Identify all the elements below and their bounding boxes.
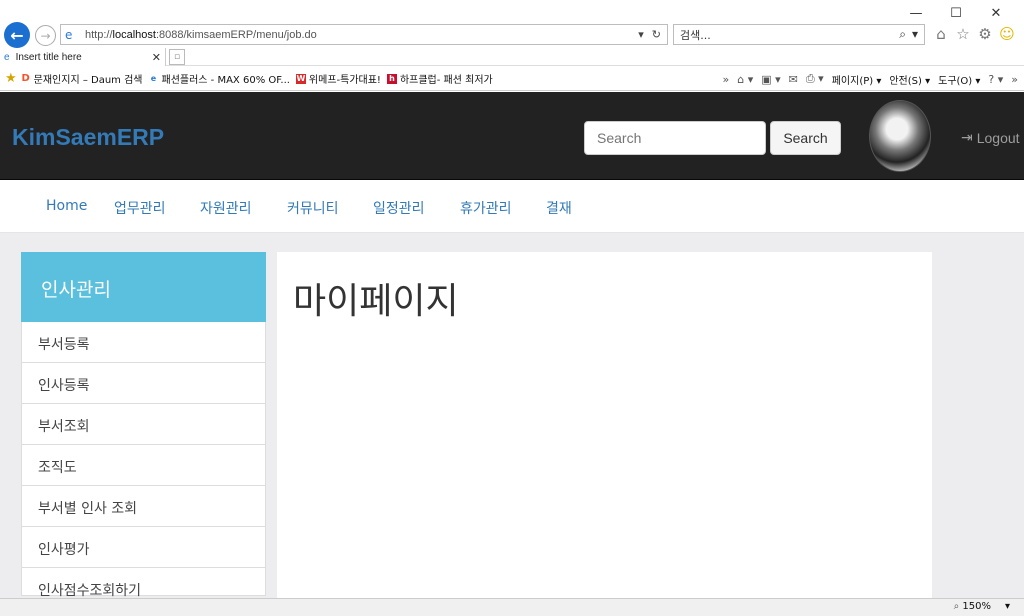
help-icon[interactable]: ? ▾ <box>988 73 1003 86</box>
daum-icon: D <box>21 72 30 84</box>
search-button[interactable]: Search <box>770 121 841 155</box>
home-icon[interactable]: ⌂ ▾ <box>737 73 753 86</box>
sidebar: 인사관리 부서등록 인사등록 부서조회 조직도 부서별 인사 조회 인사평가 인… <box>21 252 266 599</box>
sidebar-item-org-chart[interactable]: 조직도 <box>21 445 266 486</box>
menu-item-resources[interactable]: 자원관리 <box>200 198 252 218</box>
tools-menu[interactable]: 도구(O) ▾ <box>938 72 980 87</box>
favorite-link-wemakeprice[interactable]: W 위메프-특가대표! <box>295 71 381 86</box>
site-header: KimSaemERP Search ⇥ Logout <box>0 92 1024 180</box>
tab-row: e Insert title here ✕ ▫ <box>0 48 1024 66</box>
navigation-row: ← → e http://localhost:8088/kimsaemERP/m… <box>0 20 1024 48</box>
halfclub-icon: h <box>386 73 397 84</box>
sidebar-item-dept-search[interactable]: 부서조회 <box>21 404 266 445</box>
favorite-link-daum[interactable]: D 문재인지지 – Daum 검색 <box>21 71 143 86</box>
browser-tab[interactable]: e Insert title here ✕ <box>0 48 166 66</box>
tab-title: Insert title here <box>15 51 82 63</box>
ie-page-icon: e <box>65 27 73 42</box>
search-dropdown-icon[interactable]: ▾ <box>912 27 918 42</box>
forward-arrow-icon[interactable]: → <box>35 25 56 46</box>
sidebar-item-dept-register[interactable]: 부서등록 <box>21 322 266 363</box>
logout-link[interactable]: ⇥ Logout <box>961 129 1020 146</box>
search-icon[interactable]: ⌕ <box>899 27 906 42</box>
avatar[interactable] <box>869 100 931 172</box>
zoom-control[interactable]: ⌕ 150% ▾ <box>954 601 1010 612</box>
back-arrow-icon[interactable]: ← <box>4 22 30 48</box>
sidebar-item-hr-score-search[interactable]: 인사점수조회하기 <box>21 568 266 599</box>
sidebar-item-hr-register[interactable]: 인사등록 <box>21 363 266 404</box>
print-icon[interactable]: ⎙ ▾ <box>806 72 824 86</box>
zoom-dropdown-icon[interactable]: ▾ <box>1005 601 1010 612</box>
favorite-link-halfclub[interactable]: h 하프클럽- 패션 최저가 <box>386 71 493 86</box>
menu-item-vacation[interactable]: 휴가관리 <box>460 198 512 218</box>
main-menu: Home 업무관리 자원관리 커뮤니티 일정관리 휴가관리 결재 <box>0 180 1024 233</box>
status-bar: ⌕ 150% ▾ <box>0 598 1024 616</box>
address-dropdown-icon[interactable]: ▾ <box>638 28 644 41</box>
browser-chrome: — ☐ ✕ ← → e http://localhost:8088/kimsae… <box>0 0 1024 92</box>
refresh-icon[interactable]: ↻ <box>652 28 661 41</box>
ie-tab-icon: e <box>4 51 10 63</box>
address-url[interactable]: http://localhost:8088/kimsaemERP/menu/jo… <box>85 29 638 41</box>
menu-item-home[interactable]: Home <box>46 198 87 214</box>
ie-icon: e <box>150 73 157 83</box>
address-bar[interactable]: e http://localhost:8088/kimsaemERP/menu/… <box>60 24 668 45</box>
wemakeprice-icon: W <box>295 73 306 84</box>
search-input[interactable] <box>584 121 766 155</box>
sidebar-title: 인사관리 <box>21 252 266 322</box>
chevron-right-icon[interactable]: » <box>1011 73 1018 86</box>
sidebar-item-hr-evaluation[interactable]: 인사평가 <box>21 527 266 568</box>
favorites-star-icon[interactable]: ☆ <box>954 24 972 44</box>
main-panel: 마이페이지 <box>277 252 932 598</box>
feedback-smiley-icon[interactable]: ☺ <box>998 24 1016 44</box>
browser-search-box[interactable]: 검색... ⌕ ▾ <box>673 24 925 45</box>
zoom-icon: ⌕ <box>953 601 960 612</box>
new-tab-button[interactable]: ▫ <box>169 49 185 65</box>
menu-item-schedule[interactable]: 일정관리 <box>373 198 425 218</box>
chevron-right-icon[interactable]: » <box>723 73 730 86</box>
page-menu[interactable]: 페이지(P) ▾ <box>832 72 882 87</box>
browser-search-placeholder[interactable]: 검색... <box>680 27 899 43</box>
tab-close-icon[interactable]: ✕ <box>152 51 165 64</box>
safety-menu[interactable]: 안전(S) ▾ <box>889 72 930 87</box>
mail-icon[interactable]: ✉ <box>789 73 798 86</box>
rss-feed-icon[interactable]: ▣ ▾ <box>761 73 780 86</box>
browser-toolbar-icons: ⌂ ☆ ⚙ ☺ <box>932 24 1016 44</box>
page-title: 마이페이지 <box>293 281 459 322</box>
brand-logo[interactable]: KimSaemERP <box>12 124 164 151</box>
menu-item-work[interactable]: 업무관리 <box>114 198 166 218</box>
favorite-link-fashionplus[interactable]: e 패션플러스 - MAX 60% OF... <box>149 71 290 87</box>
menu-item-community[interactable]: 커뮤니티 <box>287 198 339 218</box>
add-favorite-star-icon[interactable]: ★ <box>5 71 17 86</box>
logout-icon: ⇥ <box>961 129 973 145</box>
menu-item-approval[interactable]: 결재 <box>546 198 572 218</box>
favorites-bar: ★ D 문재인지지 – Daum 검색 e 패션플러스 - MAX 60% OF… <box>0 67 1024 91</box>
sidebar-item-hr-by-dept[interactable]: 부서별 인사 조회 <box>21 486 266 527</box>
settings-gear-icon[interactable]: ⚙ <box>976 24 994 44</box>
command-bar: » ⌂ ▾ ▣ ▾ ✉ ⎙ ▾ 페이지(P) ▾ 안전(S) ▾ 도구(O) ▾… <box>723 67 1019 91</box>
home-icon[interactable]: ⌂ <box>932 24 950 44</box>
